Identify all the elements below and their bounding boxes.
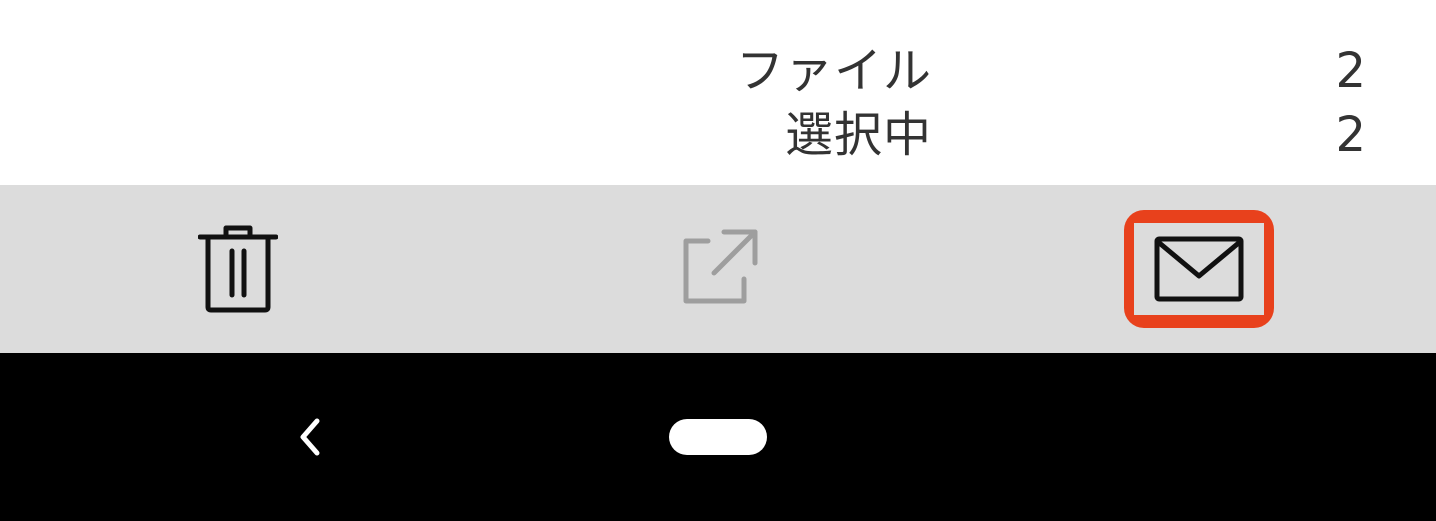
home-pill-icon[interactable]	[669, 419, 767, 455]
mail-button[interactable]	[1124, 210, 1274, 328]
share-button[interactable]	[658, 213, 778, 325]
open-external-icon	[683, 229, 758, 304]
trash-icon	[198, 225, 278, 313]
files-row: ファイル 2	[0, 40, 1436, 102]
selected-label: 選択中	[784, 107, 932, 163]
file-summary: ファイル 2 選択中 2	[0, 0, 1436, 185]
action-toolbar	[0, 185, 1436, 353]
back-button[interactable]	[280, 407, 340, 467]
selected-row: 選択中 2	[0, 104, 1436, 166]
mail-button-inner	[1134, 223, 1264, 315]
files-count: 2	[1335, 43, 1366, 99]
chevron-left-icon	[300, 418, 320, 456]
delete-button[interactable]	[178, 213, 298, 325]
selected-count: 2	[1335, 107, 1366, 163]
mail-icon	[1154, 236, 1244, 302]
system-navigation-bar	[0, 353, 1436, 521]
files-label: ファイル	[735, 43, 932, 99]
